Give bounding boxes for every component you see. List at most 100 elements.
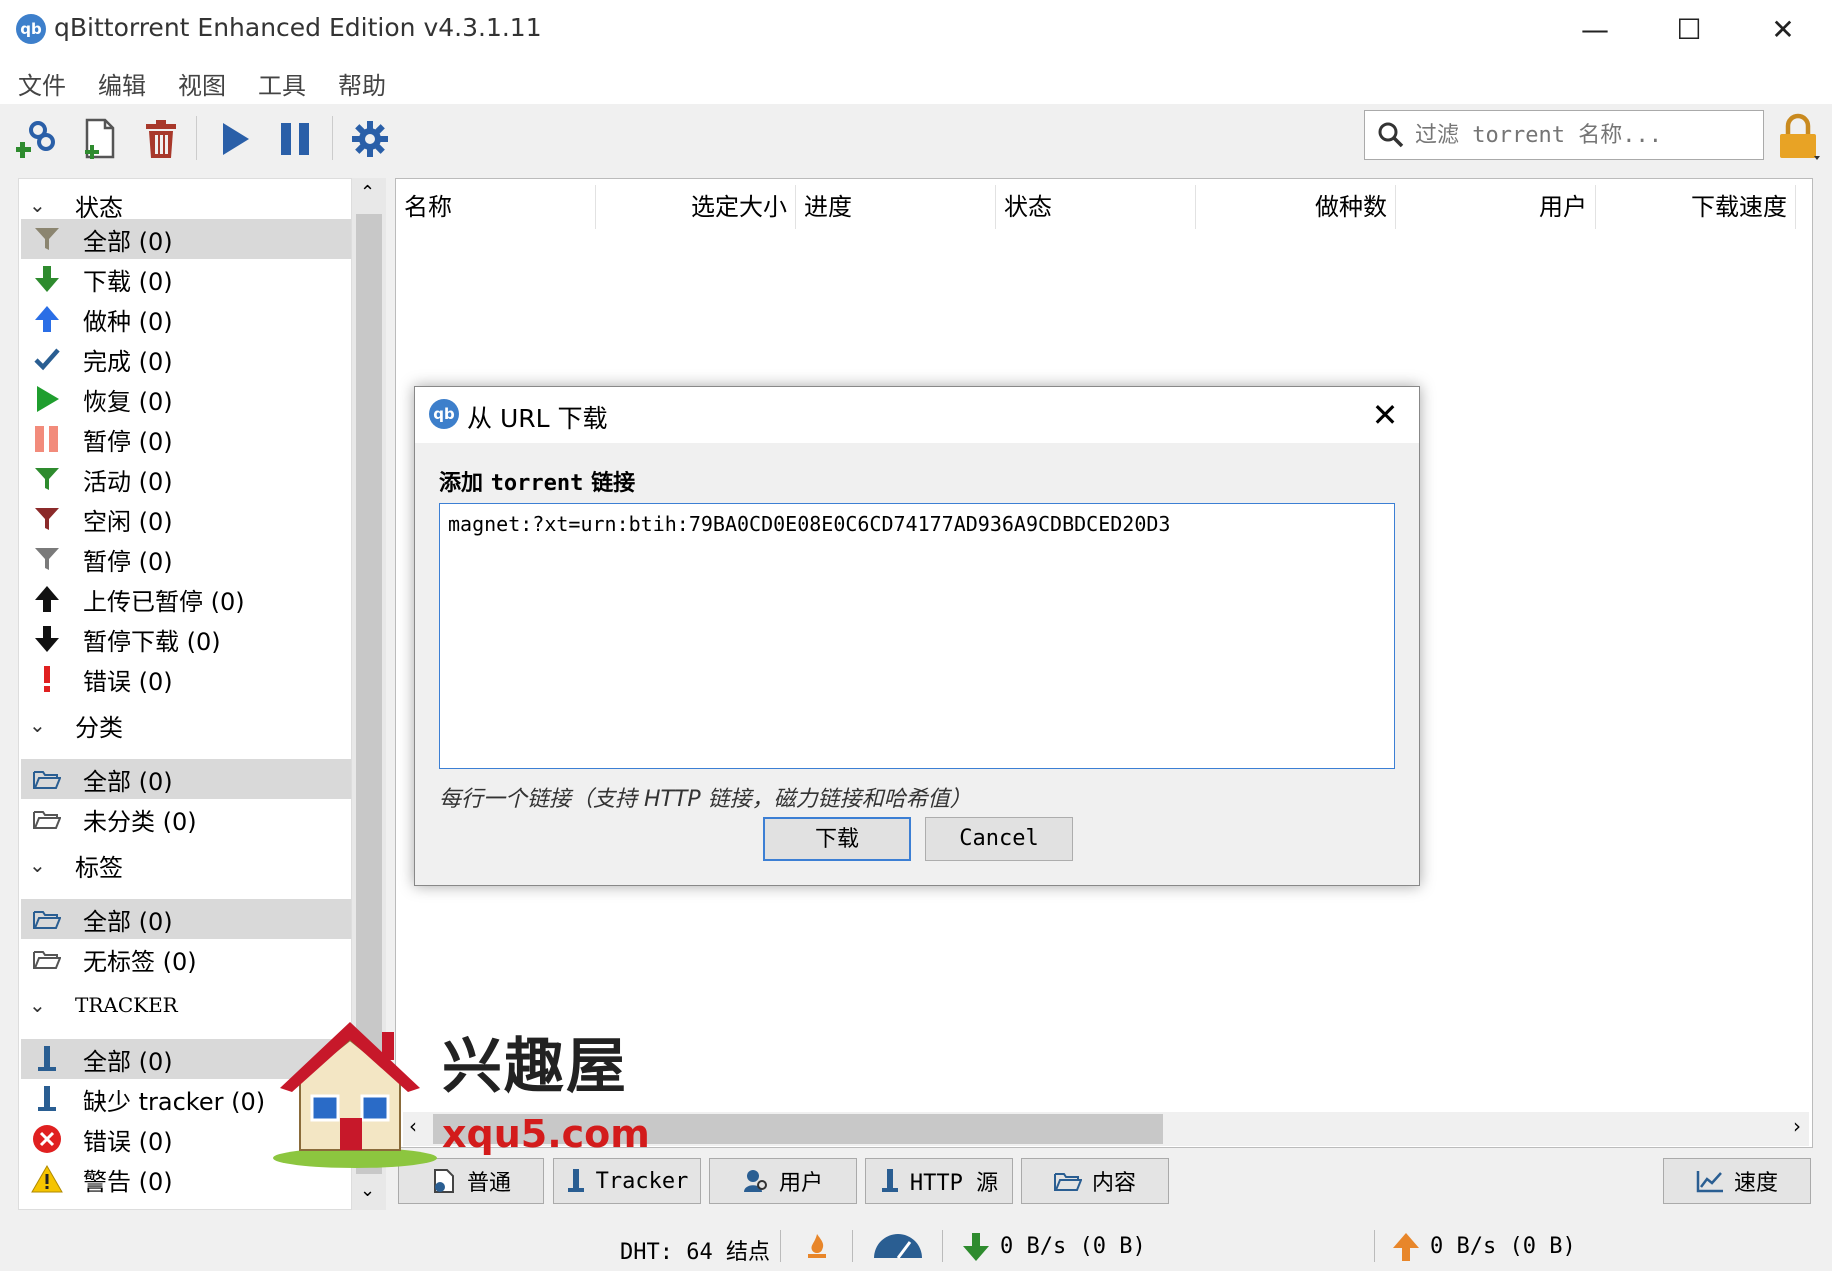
status-bar: DHT: 64 结点 0 B/s (0 B) 0 B/s (0 B) xyxy=(0,1222,1832,1271)
column-status[interactable]: 状态 xyxy=(996,185,1196,229)
gear-icon xyxy=(352,121,388,157)
category-all[interactable]: 全部 (0) xyxy=(21,759,351,799)
tracker-section-header[interactable]: ⌄ TRACKER xyxy=(21,985,178,1025)
tracker-icon xyxy=(27,1079,67,1119)
tab-peers[interactable]: 用户 xyxy=(709,1158,857,1204)
add-link-icon xyxy=(16,121,55,158)
pause-icon xyxy=(27,419,67,459)
chevron-down-icon: ⌄ xyxy=(29,193,46,217)
window-title: qBittorrent Enhanced Edition v4.3.1.11 xyxy=(54,13,542,42)
download-button[interactable]: 下载 xyxy=(763,817,911,861)
tab-speed[interactable]: 速度 xyxy=(1663,1158,1811,1204)
tag-section-header[interactable]: ⌄ 标签 xyxy=(21,845,123,885)
upload-speed: 0 B/s (0 B) xyxy=(1430,1234,1576,1259)
status-paused[interactable]: 暂停 (0) xyxy=(21,419,351,459)
menu-view[interactable]: 视图 xyxy=(178,66,226,101)
lock-icon[interactable] xyxy=(1776,112,1820,162)
filter-box[interactable] xyxy=(1364,110,1764,160)
filter-icon xyxy=(27,539,67,579)
arrow-down-icon xyxy=(27,259,67,299)
menu-edit[interactable]: 编辑 xyxy=(98,66,146,101)
arrow-up-icon xyxy=(27,299,67,339)
folder-open-icon xyxy=(27,939,67,979)
column-peers[interactable]: 用户 xyxy=(1396,185,1596,229)
column-down-speed[interactable]: 下载速度 xyxy=(1596,185,1796,229)
category-uncategorized[interactable]: 未分类 (0) xyxy=(21,799,351,839)
play-icon xyxy=(223,123,249,155)
scroll-up-icon[interactable]: ⌃ xyxy=(360,182,375,203)
chevron-down-icon: ⌄ xyxy=(29,713,46,737)
status-inactive[interactable]: 空闲 (0) xyxy=(21,499,351,539)
url-textarea[interactable]: magnet:?xt=urn:btih:79BA0CD0E08E0C6CD741… xyxy=(439,503,1395,769)
pause-icon xyxy=(281,123,309,155)
search-icon xyxy=(1378,122,1404,148)
tab-http-sources[interactable]: HTTP 源 xyxy=(865,1158,1013,1204)
pause-button[interactable] xyxy=(270,114,320,164)
download-speed: 0 B/s (0 B) xyxy=(1000,1234,1146,1259)
add-file-button[interactable] xyxy=(74,114,124,164)
column-name[interactable]: 名称 xyxy=(396,185,596,229)
menu-help[interactable]: 帮助 xyxy=(338,66,386,101)
title-bar: qb qBittorrent Enhanced Edition v4.3.1.1… xyxy=(0,0,1832,58)
filter-input[interactable] xyxy=(1415,119,1755,151)
maximize-button[interactable]: ☐ xyxy=(1666,10,1712,50)
dialog-close-button[interactable]: ✕ xyxy=(1365,393,1405,437)
status-download-paused[interactable]: 暂停下载 (0) xyxy=(21,619,351,659)
user-search-icon xyxy=(743,1170,767,1192)
filter-icon xyxy=(27,499,67,539)
status-seeding[interactable]: 做种 (0) xyxy=(21,299,351,339)
status-upload-paused[interactable]: 上传已暂停 (0) xyxy=(21,579,351,619)
tab-content[interactable]: 内容 xyxy=(1021,1158,1169,1204)
add-file-icon xyxy=(85,118,115,159)
arrow-up-icon xyxy=(1393,1233,1419,1261)
arrow-up-icon xyxy=(27,579,67,619)
firewall-icon[interactable] xyxy=(806,1232,828,1260)
filter-icon xyxy=(27,219,67,259)
category-section-header[interactable]: ⌄ 分类 xyxy=(21,705,123,745)
tag-all[interactable]: 全部 (0) xyxy=(21,899,351,939)
status-active[interactable]: 活动 (0) xyxy=(21,459,351,499)
exclamation-icon xyxy=(27,659,67,699)
menu-file[interactable]: 文件 xyxy=(18,66,66,101)
play-icon xyxy=(27,379,67,419)
status-downloading[interactable]: 下载 (0) xyxy=(21,259,351,299)
folder-open-icon xyxy=(1053,1173,1082,1191)
delete-button[interactable] xyxy=(136,114,186,164)
arrow-down-icon xyxy=(27,619,67,659)
menu-tools[interactable]: 工具 xyxy=(258,66,306,101)
add-link-button[interactable] xyxy=(12,114,62,164)
minimize-button[interactable]: — xyxy=(1572,10,1618,50)
folder-open-icon xyxy=(27,899,67,939)
folder-open-icon xyxy=(27,799,67,839)
status-stalled[interactable]: 暂停 (0) xyxy=(21,539,351,579)
error-circle-icon xyxy=(27,1119,67,1159)
status-all[interactable]: 全部 (0) xyxy=(21,219,351,259)
status-errored[interactable]: 错误 (0) xyxy=(21,659,351,699)
column-size[interactable]: 选定大小 xyxy=(596,185,796,229)
filter-icon xyxy=(27,459,67,499)
chevron-down-icon: ⌄ xyxy=(29,853,46,877)
status-completed[interactable]: 完成 (0) xyxy=(21,339,351,379)
dialog-title-bar: qb 从 URL 下载 ✕ xyxy=(415,387,1419,443)
app-icon: qb xyxy=(16,14,46,44)
speedometer-icon[interactable] xyxy=(872,1234,924,1260)
arrow-down-icon xyxy=(963,1233,989,1261)
resume-button[interactable] xyxy=(210,114,260,164)
menu-bar: 文件 编辑 视图 工具 帮助 xyxy=(0,58,1832,104)
close-button[interactable]: ✕ xyxy=(1760,10,1806,50)
tag-untagged[interactable]: 无标签 (0) xyxy=(21,939,351,979)
chart-line-icon xyxy=(1696,1171,1723,1193)
tracker-icon xyxy=(27,1039,67,1079)
tracker-icon xyxy=(881,1169,898,1192)
trash-icon xyxy=(146,120,176,158)
column-seeds[interactable]: 做种数 xyxy=(1196,185,1396,229)
column-progress[interactable]: 进度 xyxy=(796,185,996,229)
dht-nodes: DHT: 64 结点 xyxy=(620,1240,770,1265)
scroll-right-icon[interactable]: › xyxy=(1793,1114,1801,1138)
status-resumed[interactable]: 恢复 (0) xyxy=(21,379,351,419)
chevron-down-icon: ⌄ xyxy=(29,993,46,1017)
cancel-button[interactable]: Cancel xyxy=(925,817,1073,861)
dialog-title: 从 URL 下载 xyxy=(467,404,608,433)
app-icon: qb xyxy=(429,399,459,429)
settings-button[interactable] xyxy=(345,114,395,164)
